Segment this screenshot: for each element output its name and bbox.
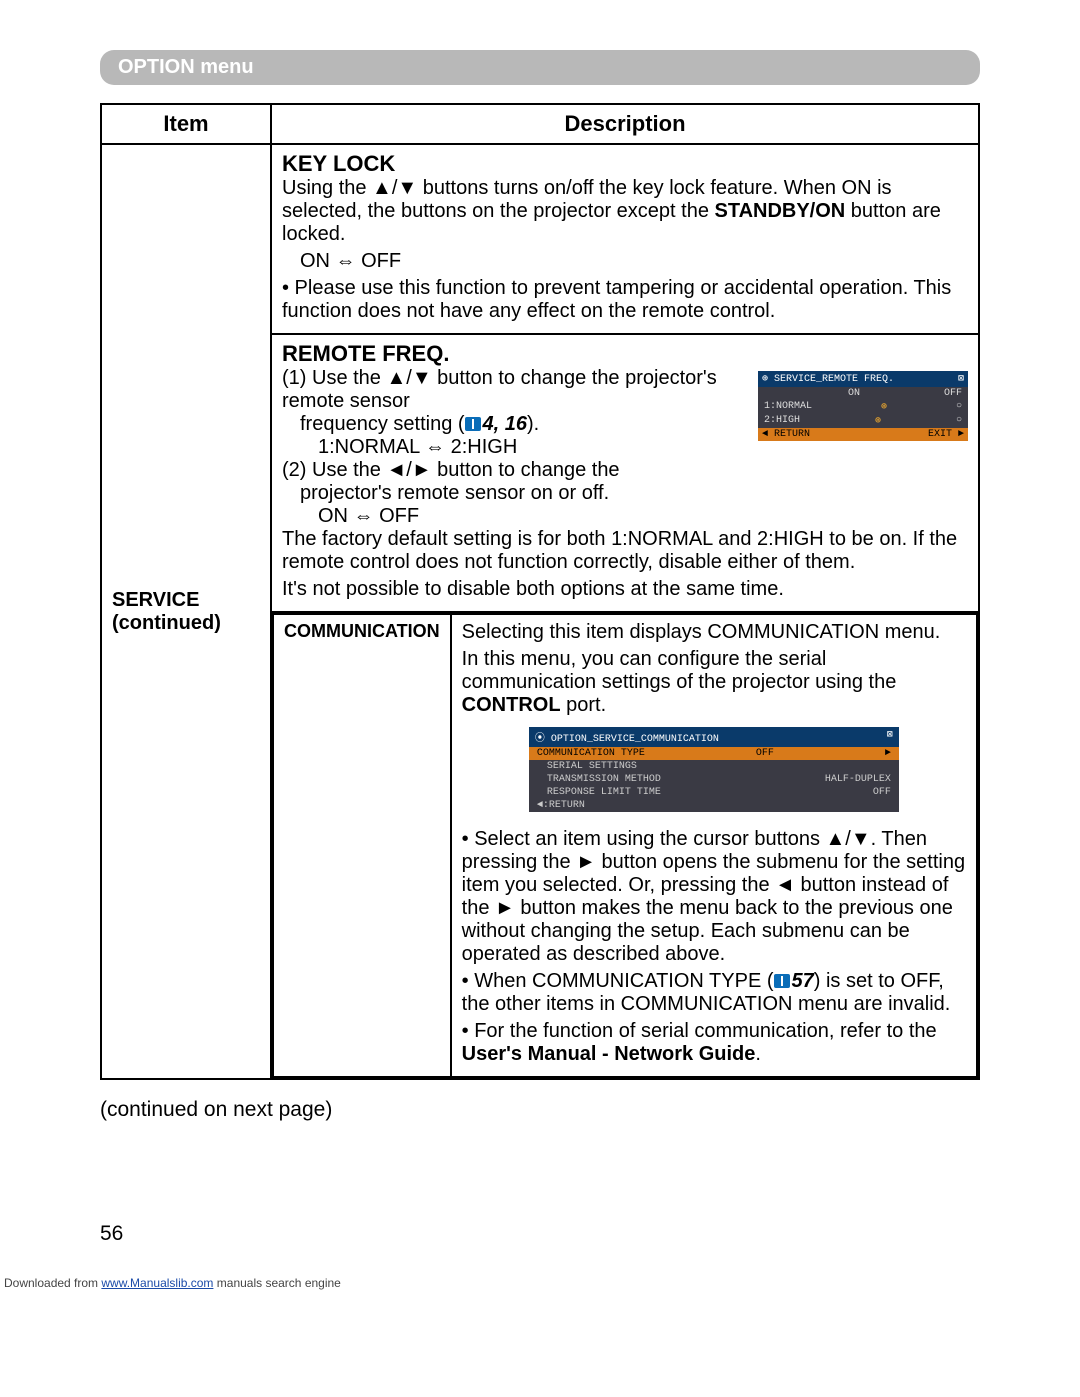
communication-p4: • For the function of serial communicati… [462, 1020, 966, 1066]
page-number: 56 [100, 1222, 980, 1246]
remote-p3: The factory default setting is for both … [282, 528, 968, 574]
communication-label: COMMUNICATION [273, 614, 451, 1077]
option-table: Item Description SERVICE (continued) KEY… [100, 103, 980, 1080]
remote-cell: REMOTE FREQ. ⊕ SERVICE_REMOTE FREQ. ⊠ ON… [271, 334, 979, 612]
book-icon [774, 974, 790, 988]
communication-desc: Selecting this item displays COMMUNICATI… [451, 614, 977, 1077]
item-title: SERVICE [112, 589, 199, 611]
section-banner: OPTION menu [100, 50, 980, 85]
keylock-title: KEY LOCK [282, 151, 395, 176]
keylock-p1: Using the ▲/▼ buttons turns on/off the k… [282, 177, 968, 246]
keylock-p2: • Please use this function to prevent ta… [282, 277, 968, 323]
footer-link[interactable]: www.Manualslib.com [101, 1276, 213, 1290]
remote-l1: (1) Use the ▲/▼ button to change the pro… [282, 367, 717, 412]
remote-toggle2: ON ⇔ OFF [282, 505, 968, 528]
book-icon [465, 417, 481, 431]
communication-p3: • When COMMUNICATION TYPE (57) is set to… [462, 970, 966, 1016]
header-item: Item [101, 104, 271, 144]
footer: Downloaded from www.Manualslib.com manua… [0, 1276, 1080, 1296]
remote-l2: (2) Use the ◄/► button to change the [282, 459, 620, 481]
keylock-toggle: ON ⇔ OFF [282, 250, 968, 273]
item-cell-service: SERVICE (continued) [101, 144, 271, 1079]
remote-title: REMOTE FREQ. [282, 341, 449, 366]
header-desc: Description [271, 104, 979, 144]
remote-l2b: projector's remote sensor on or off. [282, 482, 968, 505]
keylock-cell: KEY LOCK Using the ▲/▼ buttons turns on/… [271, 144, 979, 334]
remote-osd: ⊕ SERVICE_REMOTE FREQ. ⊠ ONOFF 1:NORMAL⊛… [758, 371, 968, 441]
communication-osd: ⦿ OPTION_SERVICE_COMMUNICATION ⊠ COMMUNI… [529, 727, 899, 812]
communication-p2: • Select an item using the cursor button… [462, 828, 966, 966]
item-subtitle: (continued) [112, 612, 221, 634]
remote-p4: It's not possible to disable both option… [282, 578, 968, 601]
communication-outer: COMMUNICATION Selecting this item displa… [271, 612, 979, 1079]
continued-note: (continued on next page) [100, 1098, 980, 1122]
